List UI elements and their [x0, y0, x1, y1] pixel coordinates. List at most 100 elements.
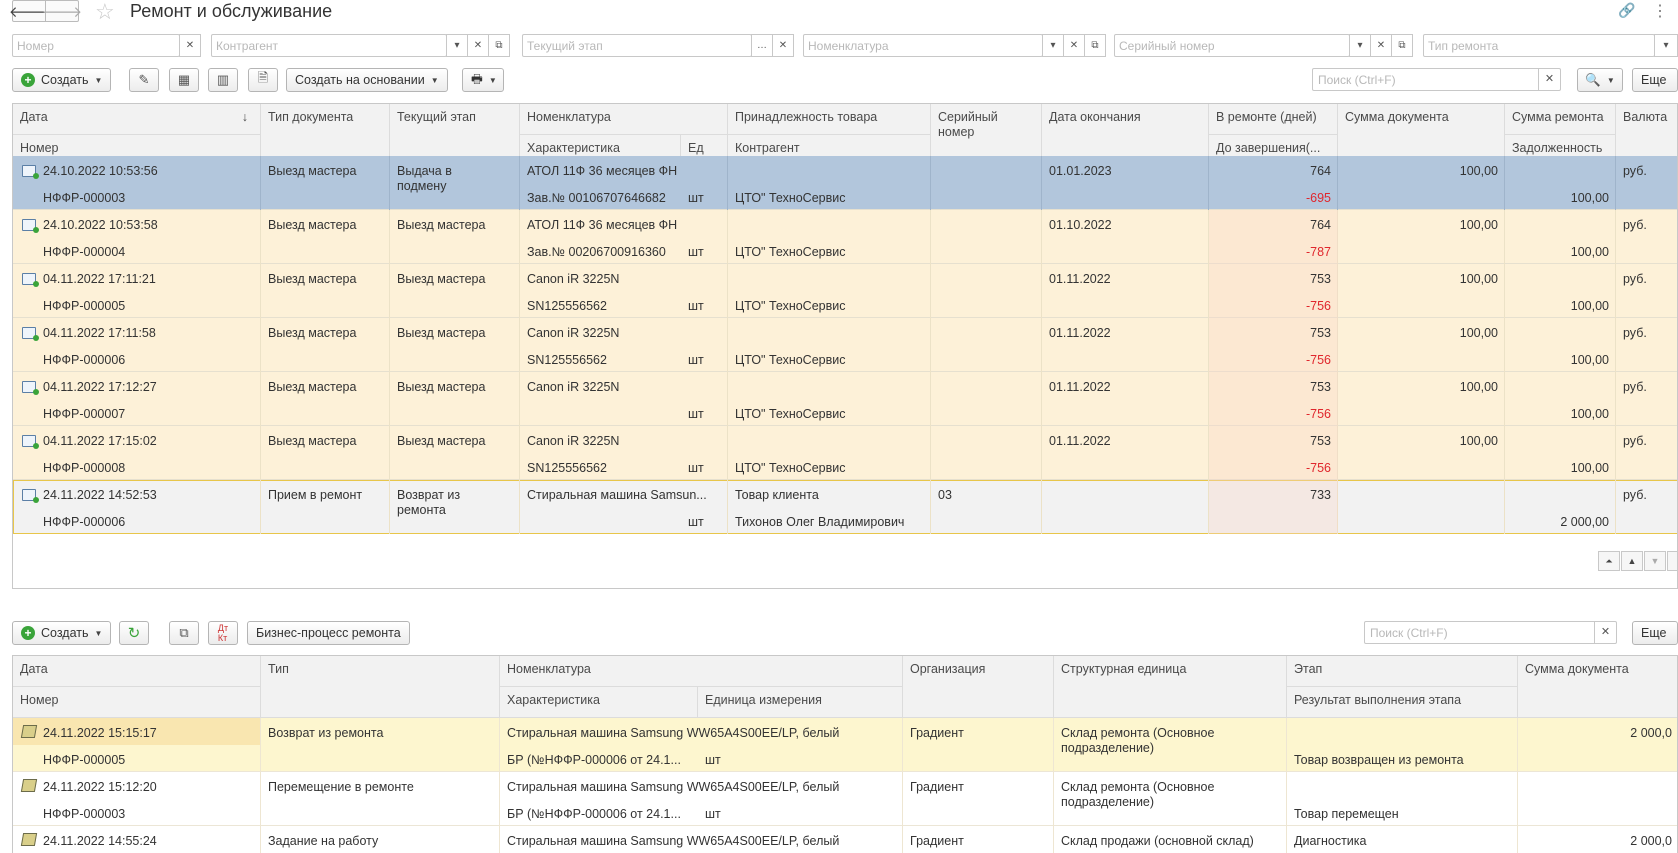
sub-col-header-number[interactable]: Номер: [13, 687, 261, 718]
sub-col-header-type[interactable]: Тип: [261, 656, 500, 718]
table-row[interactable]: 04.11.2022 17:11:58 НФФР-000006 Выезд маст…: [13, 318, 1677, 372]
link-icon[interactable]: 🔗: [1618, 2, 1635, 19]
contractor-filter-input[interactable]: Контрагент: [211, 34, 447, 57]
row-unit: шт: [688, 461, 704, 475]
contractor-dropdown-button[interactable]: ▾: [446, 34, 468, 57]
row-nomenclature: АТОЛ 11Ф 36 месяцев ФН: [527, 218, 678, 232]
scroll-bottom-button[interactable]: [1667, 551, 1678, 571]
document-type-icon: [20, 779, 38, 792]
sub-col-header-stage-result[interactable]: Результат выполнения этапа: [1287, 687, 1518, 718]
print-button[interactable]: 🖶 ▼: [462, 68, 504, 92]
table-row[interactable]: 24.11.2022 14:52:53 НФФР-000006 Прием в ре…: [13, 480, 1677, 534]
sub-col-header-doc-sum[interactable]: Сумма документа: [1518, 656, 1677, 718]
sub-col-header-unit[interactable]: Единица измерения: [698, 687, 903, 718]
document-posted-icon: [22, 381, 39, 395]
col-header-repair-sum[interactable]: Сумма ремонта: [1505, 104, 1616, 135]
search-options-button[interactable]: 🔍 ▼: [1577, 68, 1623, 92]
more-vertical-icon[interactable]: ⋮: [1652, 1, 1668, 21]
nomenclature-clear-button[interactable]: ✕: [1063, 34, 1085, 57]
serial-open-button[interactable]: ⧉: [1391, 34, 1413, 57]
search-clear-icon[interactable]: ✕: [1594, 622, 1616, 643]
row-number: НФФР-000008: [43, 461, 126, 475]
more-button[interactable]: Еще: [1632, 68, 1678, 92]
related-documents-table[interactable]: Дата Номер Тип Номенклатура Характеристи…: [12, 655, 1678, 853]
sub-col-header-structural-unit[interactable]: Структурная единица: [1054, 656, 1287, 718]
row-type: Задание на работу: [268, 834, 379, 848]
repair-type-filter-input[interactable]: Тип ремонта: [1423, 34, 1655, 57]
table-row[interactable]: 04.11.2022 17:11:21 НФФР-000005 Выезд маст…: [13, 264, 1677, 318]
row-stage: Выезд мастера: [397, 380, 486, 394]
nomenclature-open-button[interactable]: ⧉: [1084, 34, 1106, 57]
sub-search-input[interactable]: Поиск (Ctrl+F) ✕: [1364, 621, 1617, 644]
stage-clear-button[interactable]: ✕: [772, 34, 794, 57]
edit-pencil-icon: ✎: [138, 72, 150, 87]
scroll-up-button[interactable]: ▲: [1621, 551, 1643, 571]
row-doc-type: Выезд мастера: [268, 218, 357, 232]
stage-select-button[interactable]: …: [751, 34, 773, 57]
row-doc-type: Выезд мастера: [268, 326, 357, 340]
repair-type-dropdown-button[interactable]: ▾: [1654, 34, 1678, 57]
debit-credit-button[interactable]: Дт Кт: [208, 621, 238, 645]
sub-col-header-stage[interactable]: Этап: [1287, 656, 1518, 687]
row-number: НФФР-000005: [43, 299, 126, 313]
row-date: 04.11.2022 17:12:27: [43, 380, 157, 394]
col-header-in-repair[interactable]: В ремонте (дней): [1209, 104, 1338, 135]
create-based-on-button[interactable]: Создать на основании ▼: [286, 68, 448, 92]
row-number: НФФР-000006: [43, 515, 126, 529]
col-header-nomenclature[interactable]: Номенклатура: [520, 104, 728, 135]
row-number: НФФР-000005: [43, 753, 126, 767]
document-posted-icon: [22, 165, 39, 179]
refresh-button[interactable]: ↻: [119, 621, 149, 645]
document-posted-icon: [22, 489, 39, 503]
row-doc-type: Выезд мастера: [268, 164, 357, 178]
row-date: 24.11.2022 14:52:53: [43, 488, 157, 502]
serial-filter-input[interactable]: Серийный номер: [1114, 34, 1350, 57]
table-row[interactable]: 04.11.2022 17:12:27 НФФР-000007 Выезд маст…: [13, 372, 1677, 426]
sub-more-button[interactable]: Еще: [1632, 621, 1678, 645]
col-header-date[interactable]: Дата ↓: [13, 104, 261, 135]
repair-documents-table[interactable]: Дата ↓ Номер Тип документа Текущий этап Н…: [12, 103, 1678, 589]
row-unit: шт: [688, 245, 704, 259]
forward-button[interactable]: 🡒: [42, 0, 82, 22]
favorite-star-icon[interactable]: ☆: [95, 0, 115, 25]
row-number: НФФР-000004: [43, 245, 126, 259]
row-to-completion: -756: [1305, 299, 1331, 313]
table-row[interactable]: 04.11.2022 17:15:02 НФФР-000008 Выезд маст…: [13, 426, 1677, 480]
structure-button[interactable]: ⧉: [169, 621, 199, 645]
table-row[interactable]: 24.10.2022 10:53:58 НФФР-000004 Выезд маст…: [13, 210, 1677, 264]
search-input[interactable]: Поиск (Ctrl+F) ✕: [1312, 68, 1561, 91]
number-filter-input[interactable]: Номер: [12, 34, 180, 57]
table-view-button[interactable]: ▦: [169, 68, 199, 92]
row-date: 04.11.2022 17:15:02: [43, 434, 157, 448]
serial-dropdown-button[interactable]: ▾: [1349, 34, 1371, 57]
sub-col-header-characteristic[interactable]: Характеристика: [500, 687, 698, 718]
contractor-open-button[interactable]: ⧉: [488, 34, 510, 57]
sub-col-header-nomenclature[interactable]: Номенклатура: [500, 656, 903, 687]
scroll-top-button[interactable]: ⏶: [1598, 551, 1620, 571]
document-type-icon: [20, 833, 38, 846]
table-row[interactable]: 24.11.2022 15:15:17 НФФР-000005 Возврат из…: [13, 718, 1677, 772]
sub-col-header-date[interactable]: Дата: [13, 656, 261, 687]
business-process-button[interactable]: Бизнес-процесс ремонта: [247, 621, 410, 645]
stage-filter-input[interactable]: Текущий этап: [522, 34, 752, 57]
table-row[interactable]: 24.11.2022 15:12:20 НФФР-000003 Перемещени…: [13, 772, 1677, 826]
nomenclature-dropdown-button[interactable]: ▾: [1042, 34, 1064, 57]
table-row[interactable]: 24.10.2022 10:53:56 НФФР-000003 Выезд маст…: [13, 156, 1677, 210]
search-clear-icon[interactable]: ✕: [1538, 69, 1560, 90]
sub-col-header-organization[interactable]: Организация: [903, 656, 1054, 718]
create-button[interactable]: + Создать ▼: [12, 68, 112, 92]
row-doc-type: Прием в ремонт: [268, 488, 363, 502]
col-header-ownership[interactable]: Принадлежность товара: [728, 104, 931, 135]
barcode-button[interactable]: ▥: [208, 68, 238, 92]
contractor-clear-button[interactable]: ✕: [467, 34, 489, 57]
report-button[interactable]: 🗎: [248, 68, 278, 92]
serial-clear-button[interactable]: ✕: [1370, 34, 1392, 57]
document-posted-icon: [22, 327, 39, 341]
sub-create-button[interactable]: + Создать ▼: [12, 621, 112, 645]
scroll-down-button[interactable]: ▼: [1644, 551, 1666, 571]
edit-button[interactable]: ✎: [129, 68, 159, 92]
nomenclature-filter-input[interactable]: Номенклатура: [803, 34, 1043, 57]
number-filter-clear-button[interactable]: ✕: [179, 34, 201, 57]
back-button[interactable]: 🡐: [9, 0, 49, 22]
table-row[interactable]: 24.11.2022 14:55:24 Задание на работу Стир…: [13, 826, 1677, 853]
